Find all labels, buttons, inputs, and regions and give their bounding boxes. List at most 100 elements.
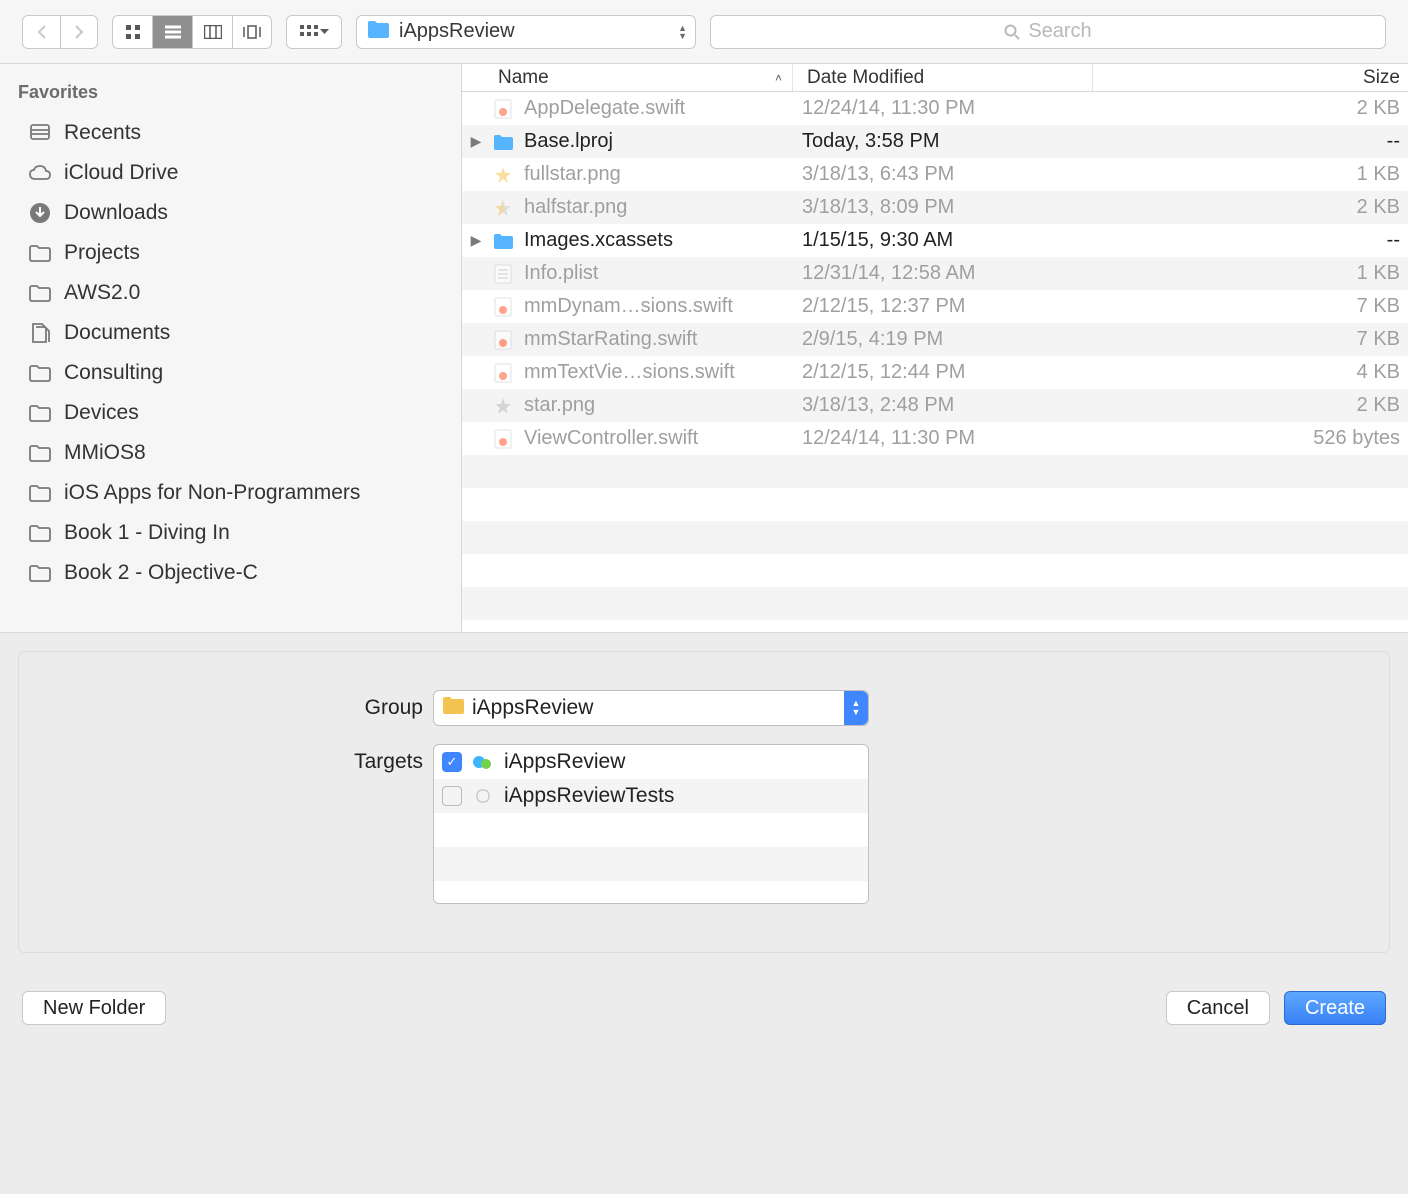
target-row[interactable]: iAppsReviewTests — [434, 779, 868, 813]
sidebar: Favorites Recents iCloud Drive Downloads Pr… — [0, 64, 462, 632]
group-label: Group — [19, 690, 433, 720]
file-row: ViewController.swift12/24/14, 11:30 PM52… — [462, 422, 1408, 455]
folder-icon — [28, 561, 52, 585]
file-name: mmStarRating.swift — [524, 328, 788, 351]
stepper-icon: ▲▼ — [678, 24, 687, 40]
sidebar-item-label: MMiOS8 — [64, 441, 146, 465]
sidebar-item-projects[interactable]: Projects — [0, 233, 461, 273]
cancel-button[interactable]: Cancel — [1166, 991, 1270, 1025]
file-name: Info.plist — [524, 262, 788, 285]
folder-icon — [28, 401, 52, 425]
new-folder-button[interactable]: New Folder — [22, 991, 166, 1025]
icon-view-button[interactable] — [112, 15, 152, 49]
sidebar-item-label: Book 2 - Objective-C — [64, 561, 258, 585]
sidebar-item-recents[interactable]: Recents — [0, 113, 461, 153]
disclosure-triangle-icon[interactable]: ▶ — [462, 133, 490, 150]
file-date: 12/24/14, 11:30 PM — [788, 427, 1088, 450]
column-headers: Name ˄ Date Modified Size — [462, 64, 1408, 92]
folder-icon — [28, 521, 52, 545]
file-date: Today, 3:58 PM — [788, 130, 1088, 153]
file-row[interactable]: ▶Base.lprojToday, 3:58 PM-- — [462, 125, 1408, 158]
folder-icon — [28, 241, 52, 265]
file-size: -- — [1088, 229, 1408, 252]
view-mode-group — [112, 15, 272, 49]
empty-row — [462, 488, 1408, 521]
file-row: fullstar.png3/18/13, 6:43 PM1 KB — [462, 158, 1408, 191]
file-name: fullstar.png — [524, 163, 788, 186]
file-size: 7 KB — [1088, 295, 1408, 318]
sidebar-item-book-1-diving-in[interactable]: Book 1 - Diving In — [0, 513, 461, 553]
swift-icon — [490, 297, 516, 317]
halfstar-icon — [490, 199, 516, 217]
empty-row — [462, 587, 1408, 620]
target-row[interactable]: ✓iAppsReview — [434, 745, 868, 779]
arrange-button[interactable] — [286, 15, 342, 49]
file-row: mmStarRating.swift2/9/15, 4:19 PM7 KB — [462, 323, 1408, 356]
group-value: iAppsReview — [472, 696, 593, 720]
target-checkbox[interactable]: ✓ — [442, 752, 462, 772]
folder-icon — [28, 361, 52, 385]
back-button[interactable] — [22, 15, 60, 49]
folder-icon — [28, 441, 52, 465]
sidebar-item-book-2-objective-c[interactable]: Book 2 - Objective-C — [0, 553, 461, 593]
empty-row — [434, 847, 868, 881]
disclosure-triangle-icon[interactable]: ▶ — [462, 232, 490, 249]
sidebar-item-label: Recents — [64, 121, 141, 145]
nav-buttons — [22, 15, 98, 49]
search-icon — [1004, 24, 1020, 40]
search-input[interactable]: Search — [710, 15, 1386, 49]
file-size: 2 KB — [1088, 196, 1408, 219]
file-row: AppDelegate.swift12/24/14, 11:30 PM2 KB — [462, 92, 1408, 125]
file-size: 1 KB — [1088, 163, 1408, 186]
sidebar-item-mmios8[interactable]: MMiOS8 — [0, 433, 461, 473]
file-name: mmTextVie…sions.swift — [524, 361, 788, 384]
sidebar-item-aws2-0[interactable]: AWS2.0 — [0, 273, 461, 313]
sidebar-item-label: iOS Apps for Non-Programmers — [64, 481, 360, 505]
sidebar-item-consulting[interactable]: Consulting — [0, 353, 461, 393]
file-date: 12/31/14, 12:58 AM — [788, 262, 1088, 285]
target-icon — [472, 787, 494, 805]
file-row[interactable]: ▶Images.xcassets1/15/15, 9:30 AM-- — [462, 224, 1408, 257]
sidebar-item-label: Book 1 - Diving In — [64, 521, 230, 545]
file-size: 2 KB — [1088, 97, 1408, 120]
forward-button[interactable] — [60, 15, 98, 49]
file-size: 526 bytes — [1088, 427, 1408, 450]
column-size[interactable]: Size — [1092, 64, 1408, 91]
sidebar-item-label: Downloads — [64, 201, 168, 225]
file-name: ViewController.swift — [524, 427, 788, 450]
target-name: iAppsReviewTests — [504, 784, 674, 808]
empty-row — [462, 521, 1408, 554]
file-date: 2/12/15, 12:37 PM — [788, 295, 1088, 318]
file-date: 2/9/15, 4:19 PM — [788, 328, 1088, 351]
sidebar-item-devices[interactable]: Devices — [0, 393, 461, 433]
star-icon — [490, 397, 516, 415]
create-button[interactable]: Create — [1284, 991, 1386, 1025]
group-dropdown[interactable]: iAppsReview ▲▼ — [433, 690, 869, 726]
folder-icon — [442, 696, 464, 720]
sidebar-item-downloads[interactable]: Downloads — [0, 193, 461, 233]
list-view-button[interactable] — [152, 15, 192, 49]
cloud-icon — [28, 161, 52, 185]
sidebar-item-icloud-drive[interactable]: iCloud Drive — [0, 153, 461, 193]
file-name: halfstar.png — [524, 196, 788, 219]
download-icon — [28, 201, 52, 225]
file-row: halfstar.png3/18/13, 8:09 PM2 KB — [462, 191, 1408, 224]
file-date: 2/12/15, 12:44 PM — [788, 361, 1088, 384]
file-size: 7 KB — [1088, 328, 1408, 351]
column-name[interactable]: Name ˄ — [462, 64, 792, 91]
sidebar-header: Favorites — [0, 78, 461, 113]
sidebar-item-ios-apps-for-non-programmers[interactable]: iOS Apps for Non-Programmers — [0, 473, 461, 513]
folder-icon — [28, 281, 52, 305]
path-dropdown[interactable]: iAppsReview ▲▼ — [356, 15, 696, 49]
column-view-button[interactable] — [192, 15, 232, 49]
column-date[interactable]: Date Modified — [792, 64, 1092, 91]
sidebar-item-documents[interactable]: Documents — [0, 313, 461, 353]
file-size: 2 KB — [1088, 394, 1408, 417]
search-placeholder: Search — [1028, 20, 1091, 43]
file-name: AppDelegate.swift — [524, 97, 788, 120]
coverflow-view-button[interactable] — [232, 15, 272, 49]
file-row: star.png3/18/13, 2:48 PM2 KB — [462, 389, 1408, 422]
file-size: 4 KB — [1088, 361, 1408, 384]
empty-row — [462, 554, 1408, 587]
target-checkbox[interactable] — [442, 786, 462, 806]
